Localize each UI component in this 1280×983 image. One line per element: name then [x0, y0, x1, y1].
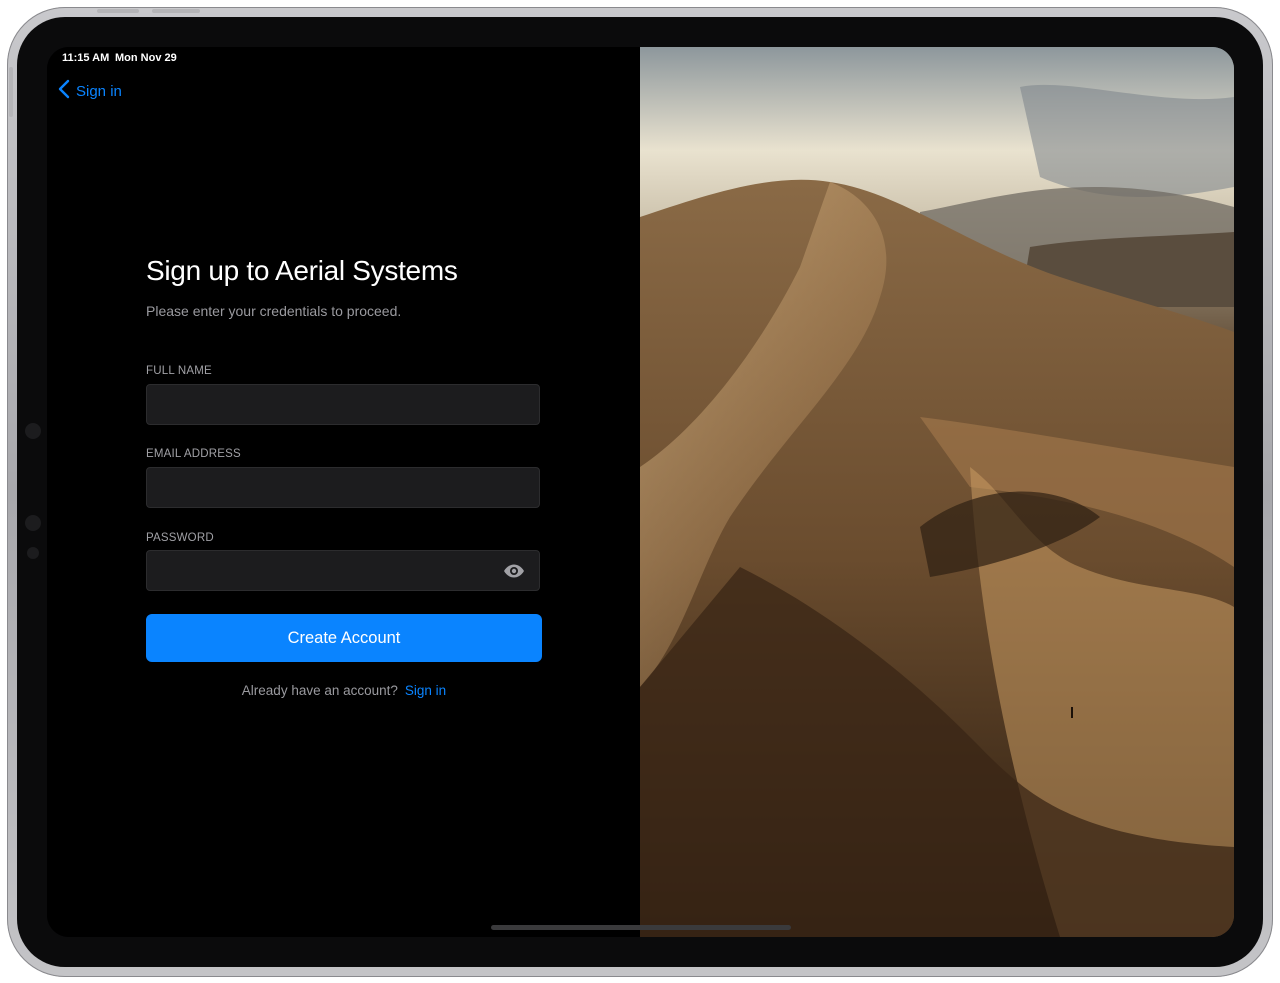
top-button — [152, 9, 200, 13]
full-name-label: FULL NAME — [146, 365, 212, 377]
signin-prompt-text: Already have an account? — [241, 683, 398, 698]
page-subtitle: Please enter your credentials to proceed… — [146, 303, 402, 319]
top-button — [97, 9, 139, 13]
password-label: PASSWORD — [146, 532, 214, 544]
sensor-dot — [25, 423, 41, 439]
screen: 11:15 AM Mon Nov 29 Sign in Sign up to A… — [47, 47, 1234, 937]
eye-icon[interactable] — [503, 561, 525, 581]
chevron-left-icon — [58, 79, 70, 104]
password-field[interactable] — [146, 550, 540, 591]
desert-dunes-photo — [640, 47, 1234, 937]
password-input[interactable] — [147, 551, 539, 590]
email-address-label: EMAIL ADDRESS — [146, 448, 241, 460]
full-name-field[interactable] — [146, 384, 540, 425]
home-indicator[interactable] — [491, 925, 791, 930]
full-name-input[interactable] — [147, 385, 539, 424]
signin-prompt: Already have an account? Sign in — [146, 683, 542, 698]
signup-panel: 11:15 AM Mon Nov 29 Sign in Sign up to A… — [47, 47, 640, 937]
page-title: Sign up to Aerial Systems — [146, 255, 458, 286]
hero-image — [640, 47, 1234, 937]
sensor-dot — [25, 515, 41, 531]
side-button — [9, 67, 13, 117]
signin-link[interactable]: Sign in — [405, 683, 446, 698]
email-field[interactable] — [146, 467, 540, 508]
sensor-dot — [27, 547, 39, 559]
back-button-label: Sign in — [76, 82, 122, 100]
back-button[interactable]: Sign in — [58, 79, 122, 103]
status-date: Mon Nov 29 — [115, 52, 177, 64]
status-time: 11:15 AM — [62, 52, 110, 64]
create-account-button[interactable]: Create Account — [146, 614, 542, 662]
email-input[interactable] — [147, 468, 539, 507]
